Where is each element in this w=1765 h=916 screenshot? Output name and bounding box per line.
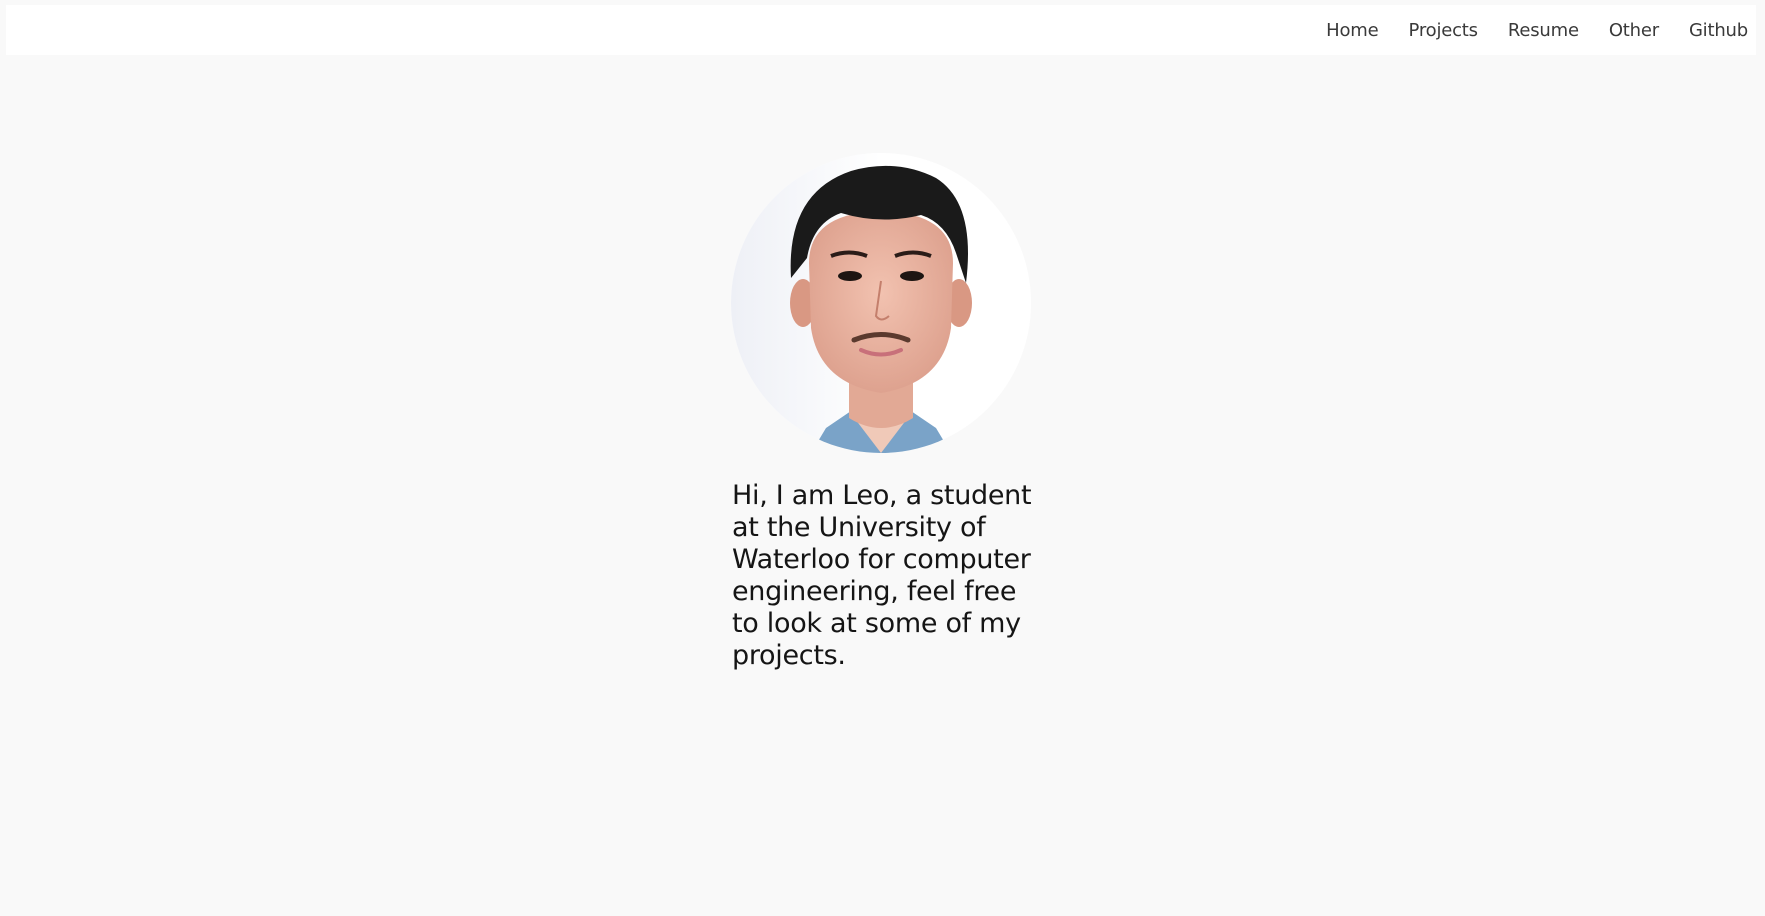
nav-link-resume[interactable]: Resume <box>1508 20 1579 41</box>
nav-link-github[interactable]: Github <box>1689 20 1748 41</box>
top-navbar: Home Projects Resume Other Github <box>6 5 1756 55</box>
profile-photo <box>731 153 1031 453</box>
nav-link-projects[interactable]: Projects <box>1408 20 1478 41</box>
profile-photo-illustration <box>731 153 1031 453</box>
intro-text: Hi, I am Leo, a student at the Universit… <box>732 480 1032 671</box>
nav-link-other[interactable]: Other <box>1609 20 1659 41</box>
nav-link-home[interactable]: Home <box>1326 20 1379 41</box>
